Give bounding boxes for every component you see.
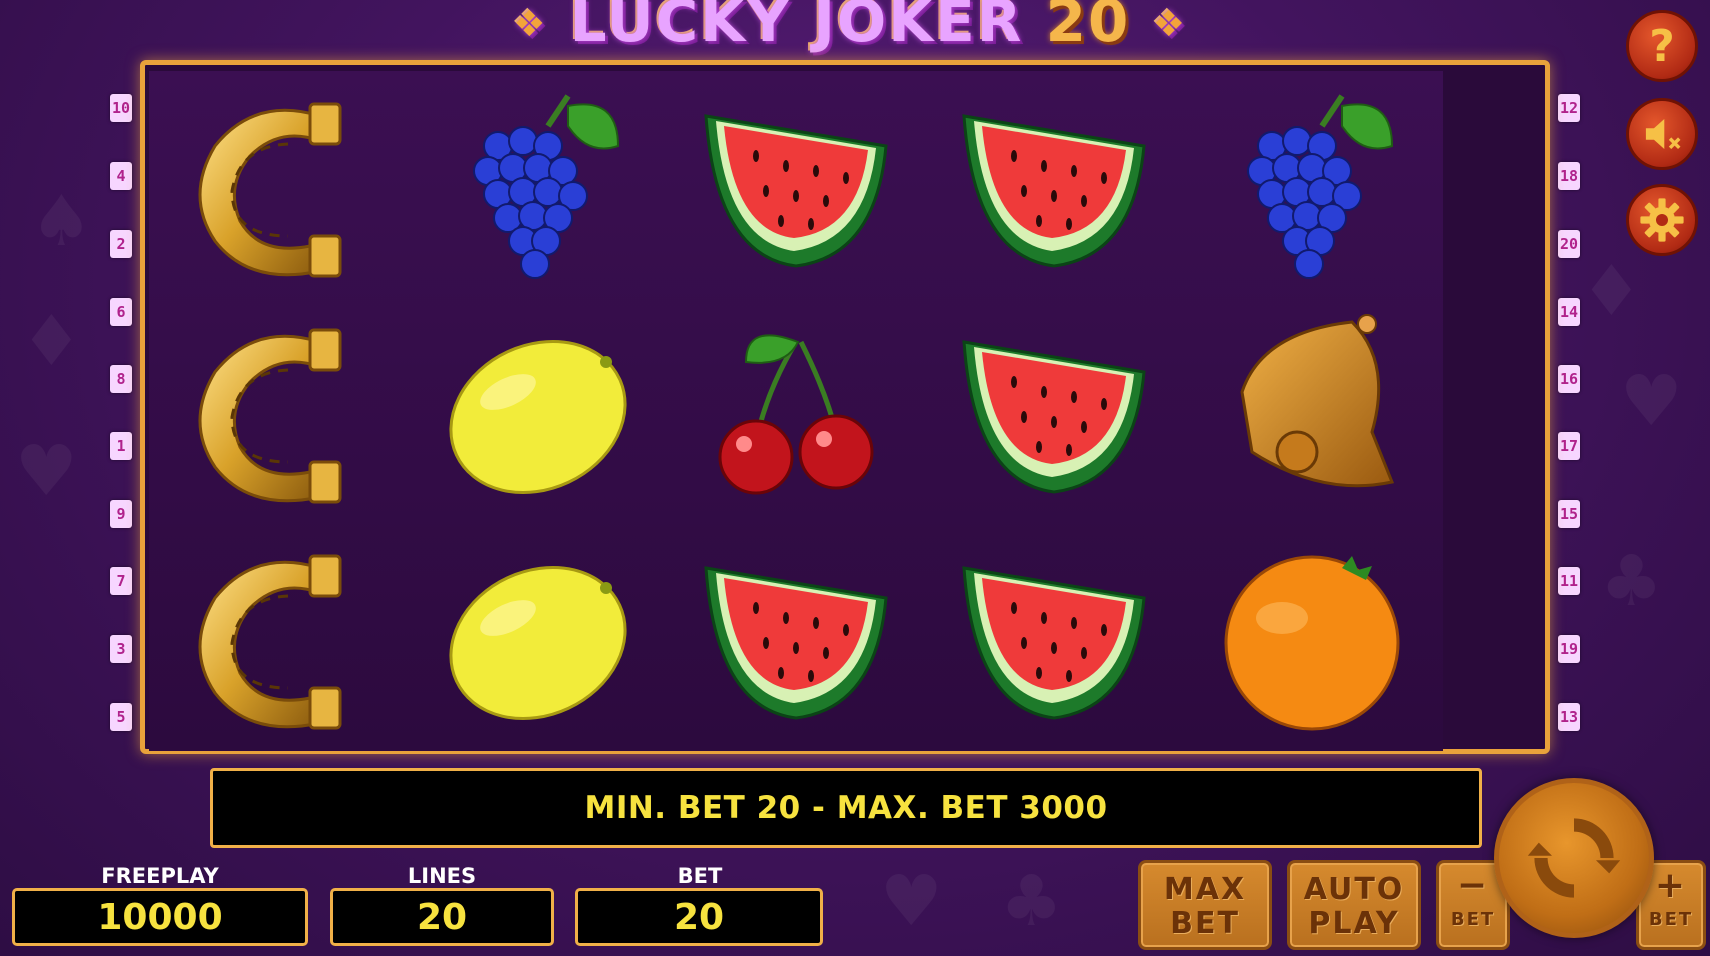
max-bet-line2: BET	[1170, 906, 1240, 941]
cherries-icon	[718, 334, 874, 495]
left-line-marker: 4	[110, 162, 132, 190]
bg-heart-icon: ♥	[15, 430, 78, 512]
orange-symbol	[1181, 525, 1443, 751]
max-bet-button[interactable]: MAX BET	[1138, 860, 1272, 950]
horseshoe-icon	[198, 554, 342, 730]
right-line-marker: 20	[1558, 230, 1580, 258]
watermelon-symbol	[665, 73, 927, 299]
reel-5	[1181, 71, 1443, 751]
left-line-marker: 7	[110, 567, 132, 595]
auto-play-line1: AUTO	[1303, 872, 1405, 907]
left-line-marker: 6	[110, 298, 132, 326]
right-line-marker: 13	[1558, 703, 1580, 731]
reel-1	[149, 71, 411, 751]
game-title: ❖ LUCKY JOKER 20 ❖	[470, 0, 1230, 56]
right-line-marker: 19	[1558, 635, 1580, 663]
right-line-marker: 11	[1558, 567, 1580, 595]
help-button[interactable]: ?	[1626, 10, 1698, 82]
bg-diamond-icon: ♦	[20, 300, 83, 382]
auto-play-line2: PLAY	[1308, 906, 1400, 941]
lemon-symbol	[407, 299, 669, 525]
left-line-marker: 1	[110, 432, 132, 460]
title-ornament-left-icon: ❖	[513, 3, 548, 45]
bg-club-icon: ♣	[1000, 860, 1063, 942]
title-ornament-right-icon: ❖	[1152, 3, 1187, 45]
horseshoe-symbol	[149, 73, 411, 299]
bg-spade-icon: ♠	[30, 180, 93, 262]
bet-value: 20	[575, 888, 823, 946]
horseshoe-icon	[198, 102, 342, 278]
spin-button[interactable]	[1494, 778, 1654, 938]
right-line-marker: 17	[1558, 432, 1580, 460]
bell-icon	[1240, 314, 1395, 488]
title-number: 20	[1045, 0, 1131, 55]
title-main: LUCKY JOKER	[569, 0, 1024, 55]
bg-club-icon: ♣	[1600, 540, 1663, 622]
spin-arrows-icon	[1527, 818, 1621, 898]
bell-symbol	[1181, 299, 1443, 525]
orange-icon	[1224, 555, 1400, 731]
lines-label: LINES	[407, 864, 477, 888]
watermelon-symbol	[923, 525, 1185, 751]
bet-minus-label: BET	[1450, 909, 1496, 930]
speaker-muted-icon	[1645, 119, 1681, 150]
bet-label: BET	[677, 864, 723, 888]
left-line-marker: 5	[110, 703, 132, 731]
horseshoe-icon	[198, 328, 342, 504]
cherries-symbol	[665, 299, 927, 525]
right-line-marker: 12	[1558, 94, 1580, 122]
horseshoe-symbol	[149, 299, 411, 525]
bet-plus-label: BET	[1648, 909, 1694, 930]
left-line-marker: 3	[110, 635, 132, 663]
watermelon-icon	[704, 566, 888, 720]
bet-limits-message: MIN. BET 20 - MAX. BET 3000	[210, 768, 1482, 848]
freeplay-label: FREEPLAY	[101, 864, 219, 888]
sound-button[interactable]	[1626, 98, 1698, 170]
horseshoe-symbol	[149, 525, 411, 751]
grapes-icon	[1247, 94, 1394, 279]
auto-play-button[interactable]: AUTO PLAY	[1287, 860, 1421, 950]
bg-diamond-icon: ♦	[1580, 250, 1643, 332]
lemon-icon	[449, 339, 627, 495]
left-line-marker: 10	[110, 94, 132, 122]
bg-heart-icon: ♥	[880, 860, 943, 942]
watermelon-symbol	[923, 299, 1185, 525]
watermelon-symbol	[923, 73, 1185, 299]
right-line-marker: 18	[1558, 162, 1580, 190]
grapes-symbol	[407, 73, 669, 299]
watermelon-icon	[962, 566, 1146, 720]
left-line-marker: 9	[110, 500, 132, 528]
watermelon-icon	[962, 340, 1146, 494]
bg-heart-icon: ♥	[1620, 360, 1683, 442]
question-icon: ?	[1649, 20, 1675, 72]
right-line-marker: 16	[1558, 365, 1580, 393]
settings-button[interactable]	[1626, 184, 1698, 256]
right-line-marker: 15	[1558, 500, 1580, 528]
lemon-symbol	[407, 525, 669, 751]
reel-4	[923, 71, 1185, 751]
watermelon-icon	[962, 114, 1146, 268]
reel-3	[665, 71, 927, 751]
freeplay-value: 10000	[12, 888, 308, 946]
right-line-marker: 14	[1558, 298, 1580, 326]
grapes-symbol	[1181, 73, 1443, 299]
left-line-marker: 8	[110, 365, 132, 393]
max-bet-line1: MAX	[1163, 872, 1247, 907]
lemon-icon	[449, 565, 627, 721]
watermelon-symbol	[665, 525, 927, 751]
gear-icon	[1640, 198, 1684, 242]
reels-frame	[140, 60, 1550, 754]
lines-value: 20	[330, 888, 554, 946]
grapes-icon	[473, 94, 620, 279]
watermelon-icon	[704, 114, 888, 268]
left-line-marker: 2	[110, 230, 132, 258]
reel-2	[407, 71, 669, 751]
